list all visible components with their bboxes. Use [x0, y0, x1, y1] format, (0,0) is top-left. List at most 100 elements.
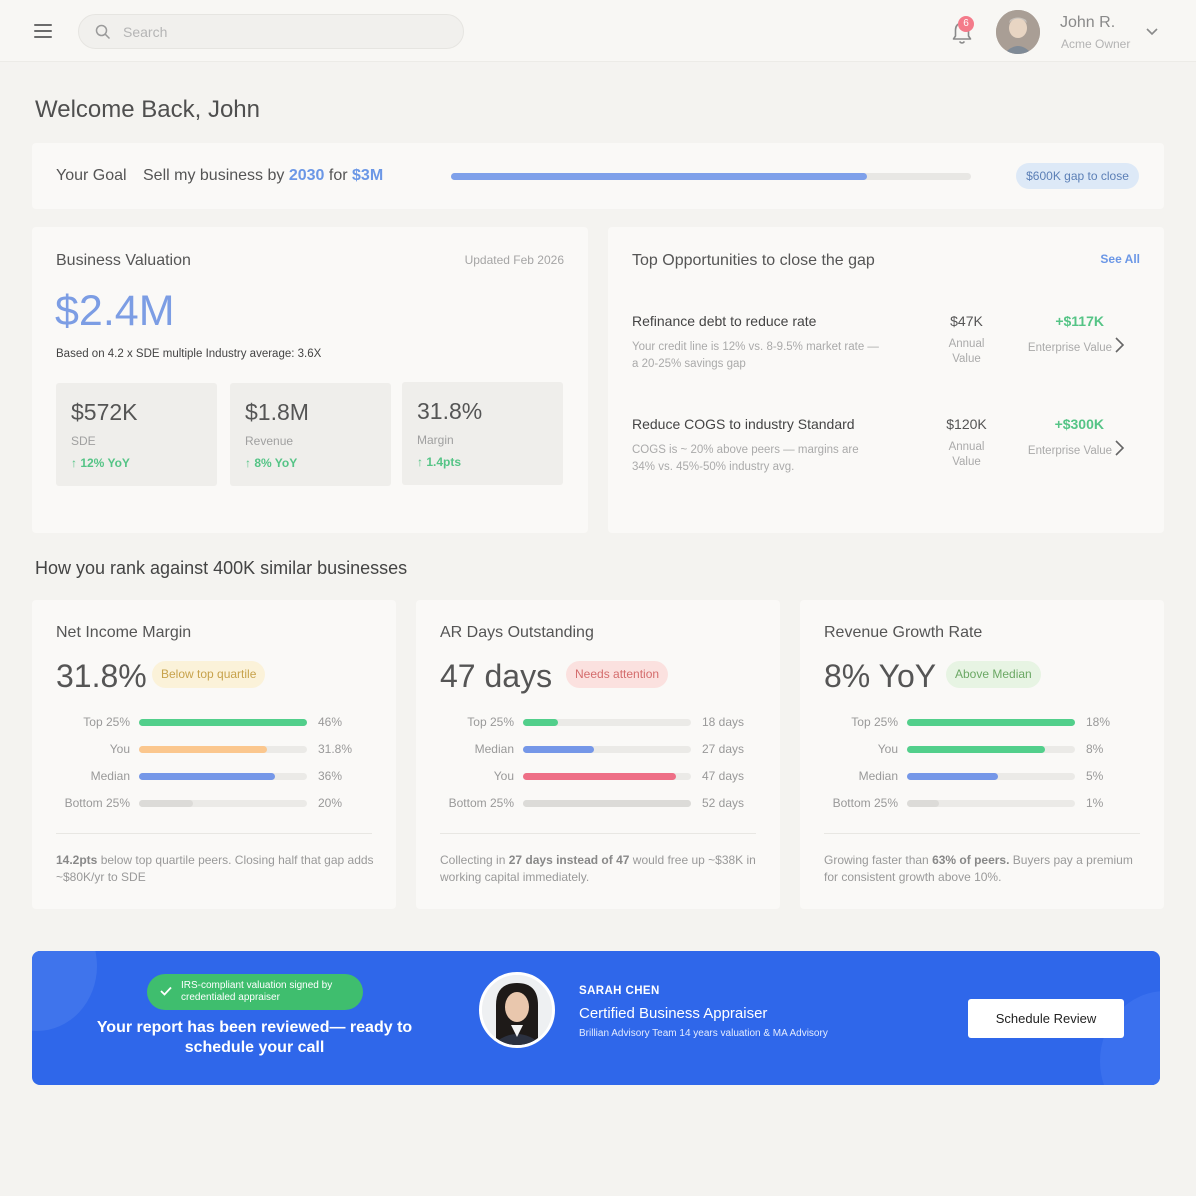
rank-card-note: Collecting in 27 days instead of 47 woul…	[440, 853, 756, 884]
goal-amount: $3M	[352, 167, 384, 184]
rank-bar-label: Bottom 25%	[832, 796, 898, 810]
search-input[interactable]	[123, 23, 423, 40]
rank-bar-value: 47 days	[702, 769, 745, 783]
rank-bar-track	[139, 719, 307, 726]
opportunity-desc: Your credit line is 12% vs. 8-9.5% marke…	[632, 341, 879, 370]
schedule-review-button[interactable]: Schedule Review	[968, 999, 1124, 1038]
rank-bar-row: Bottom 25% 52 days	[416, 796, 780, 810]
goal-progress-bar	[451, 173, 971, 180]
opportunity-annual-value: $120K	[946, 416, 987, 432]
rank-bar-label: Median	[858, 769, 898, 783]
goal-year: 2030	[288, 167, 325, 184]
rank-bar-fill	[139, 746, 267, 753]
rank-bar-row: Median 36%	[32, 769, 396, 783]
rank-bar-fill	[139, 800, 193, 807]
opportunity-item[interactable]: Reduce COGS to industry Standard COGS is…	[608, 416, 1164, 506]
rank-bar-row: Bottom 25% 1%	[800, 796, 1164, 810]
rank-bar-track	[523, 746, 691, 753]
rank-bar-track	[907, 719, 1075, 726]
metric-tile-margin: 31.8% Margin ↑ 1.4pts	[402, 382, 563, 485]
rank-card-net-income-margin: Net Income Margin 31.8% Below top quarti…	[32, 600, 396, 909]
valuation-basis: Based on 4.2 x SDE multiple Industry ave…	[56, 348, 322, 360]
rank-bar-value: 5%	[1086, 769, 1104, 783]
rank-bar-track	[523, 719, 691, 726]
see-all-link[interactable]: See All	[1100, 252, 1140, 266]
rank-bar-fill	[907, 800, 939, 807]
hamburger-menu-icon[interactable]	[34, 24, 52, 38]
rank-bar-fill	[523, 719, 559, 726]
rank-bar-fill	[907, 719, 1075, 726]
rank-bar-value: 20%	[318, 796, 343, 810]
metric-change: ↑ 8% YoY	[245, 456, 298, 470]
page-title: Welcome Back, John	[35, 96, 260, 123]
banner-message: Your report has been reviewed— ready to …	[96, 1019, 413, 1056]
divider	[56, 833, 372, 834]
metric-label: SDE	[71, 434, 96, 448]
chevron-right-icon[interactable]	[1113, 336, 1125, 354]
status-badge: Above Median	[946, 661, 1041, 688]
avatar[interactable]	[996, 10, 1040, 54]
rank-bar-label: Bottom 25%	[64, 796, 130, 810]
rank-bar-value: 27 days	[702, 742, 745, 756]
rank-card-title: Net Income Margin	[56, 624, 192, 641]
rank-bar-label: You	[493, 769, 514, 783]
goal-card: Your Goal Sell my business by 2030 for $…	[32, 143, 1164, 209]
rank-bar-fill	[139, 719, 307, 726]
chevron-down-icon[interactable]	[1146, 28, 1158, 36]
opportunity-item[interactable]: Refinance debt to reduce rate Your credi…	[608, 313, 1164, 403]
enterprise-value-label: Enterprise Value	[1027, 445, 1113, 457]
rank-bar-label: Top 25%	[467, 715, 514, 729]
rank-card-revenue-growth: Revenue Growth Rate 8% YoY Above Median …	[800, 600, 1164, 909]
rank-bar-fill	[523, 800, 691, 807]
rank-card-title: AR Days Outstanding	[440, 624, 594, 641]
rank-heading: How you rank against 400K similar busine…	[35, 558, 408, 578]
rank-bar-value: 36%	[318, 769, 343, 783]
rank-bar-track	[139, 773, 307, 780]
rank-bar-label: You	[877, 742, 898, 756]
divider	[824, 833, 1140, 834]
user-avatar-image	[996, 10, 1040, 54]
notification-badge: 6	[958, 16, 974, 32]
metric-value: $572K	[71, 399, 138, 425]
rank-bar-fill	[907, 773, 998, 780]
opportunity-annual-value: $47K	[950, 313, 983, 329]
appraiser-team: Brillian Advisory Team 14 years valuatio…	[579, 1028, 828, 1039]
rank-card-note: Growing faster than 63% of peers. Buyers…	[824, 853, 1133, 884]
rank-bar-track	[907, 773, 1075, 780]
divider	[440, 833, 756, 834]
rank-bar-fill	[139, 773, 276, 780]
rank-bar-fill	[907, 746, 1045, 753]
appraiser-title: Certified Business Appraiser	[579, 1005, 768, 1022]
business-valuation-card: Business Valuation Updated Feb 2026 $2.4…	[32, 227, 588, 533]
user-name[interactable]: John R.	[1060, 14, 1115, 32]
metric-label: Margin	[417, 433, 454, 447]
valuation-value: $2.4M	[55, 287, 175, 335]
rank-card-value: 31.8%	[56, 658, 147, 694]
rank-bar-track	[139, 800, 307, 807]
rank-bar-label: Median	[90, 769, 130, 783]
annual-value-label: Annual Value	[948, 338, 985, 365]
opportunity-enterprise-value: +$300K	[1054, 416, 1104, 432]
opportunity-title: Reduce COGS to industry Standard	[632, 416, 855, 432]
opportunities-title: Top Opportunities to close the gap	[632, 252, 875, 269]
metric-change: ↑ 12% YoY	[71, 456, 130, 470]
rank-bar-track	[139, 746, 307, 753]
rank-bar-row: You 8%	[800, 742, 1164, 756]
rank-bar-track	[907, 746, 1075, 753]
rank-bar-value: 18 days	[702, 715, 745, 729]
rank-bar-row: Bottom 25% 20%	[32, 796, 396, 810]
goal-progress-fill	[451, 173, 867, 180]
appraiser-photo	[479, 972, 555, 1048]
valuation-updated: Updated Feb 2026	[464, 253, 564, 267]
rank-bar-row: Top 25% 18 days	[416, 715, 780, 729]
rank-bar-label: Bottom 25%	[448, 796, 514, 810]
search-icon	[95, 24, 111, 39]
search-bar[interactable]	[78, 14, 464, 49]
metric-tile-sde: $572K SDE ↑ 12% YoY	[56, 383, 217, 486]
opportunity-title: Refinance debt to reduce rate	[632, 313, 817, 329]
metric-tile-revenue: $1.8M Revenue ↑ 8% YoY	[230, 383, 391, 486]
metric-value: 31.8%	[417, 398, 483, 424]
rank-bar-row: You 47 days	[416, 769, 780, 783]
chevron-right-icon[interactable]	[1113, 439, 1125, 457]
rank-bar-value: 31.8%	[318, 742, 353, 756]
